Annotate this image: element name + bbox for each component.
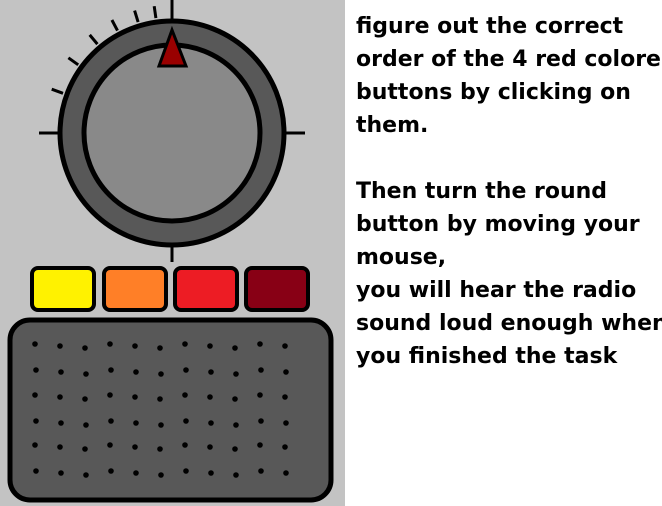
speaker-hole <box>258 418 264 424</box>
speaker-hole <box>132 444 138 450</box>
speaker-hole <box>32 392 38 398</box>
speaker-hole <box>132 343 138 349</box>
radio-panel <box>0 0 345 506</box>
speaker-hole <box>157 396 163 402</box>
dial-tick <box>51 87 64 95</box>
speaker-hole <box>258 367 264 373</box>
speaker-hole <box>182 392 188 398</box>
speaker-hole <box>183 468 189 474</box>
speaker-hole <box>233 472 239 478</box>
dial-tick <box>67 56 80 67</box>
instruction-line: figure out the correct <box>356 14 624 39</box>
speaker-hole <box>108 367 114 373</box>
speaker-hole <box>282 444 288 450</box>
speaker-hole <box>233 422 239 428</box>
speaker-hole <box>257 341 263 347</box>
speaker-hole <box>133 420 139 426</box>
volume-knob[interactable] <box>57 18 287 248</box>
instruction-line: button by moving your <box>356 212 640 237</box>
speaker-hole <box>232 345 238 351</box>
speaker-hole <box>107 392 113 398</box>
speaker-hole <box>208 369 214 375</box>
speaker-hole <box>183 418 189 424</box>
instructions-paragraph-2: Then turn the round button by moving you… <box>356 175 662 373</box>
speaker-hole <box>107 442 113 448</box>
speaker-hole <box>282 394 288 400</box>
speaker-hole <box>232 396 238 402</box>
orange-button[interactable] <box>102 266 168 312</box>
speaker-hole <box>57 343 63 349</box>
speaker-hole <box>33 468 39 474</box>
speaker-hole <box>58 369 64 375</box>
speaker-hole <box>33 418 39 424</box>
speaker-hole <box>82 396 88 402</box>
speaker-hole <box>82 446 88 452</box>
speaker-hole <box>257 392 263 398</box>
speaker-hole <box>58 470 64 476</box>
speaker-hole <box>133 369 139 375</box>
speaker-hole <box>182 341 188 347</box>
red-button[interactable] <box>173 266 239 312</box>
speaker-hole <box>83 472 89 478</box>
radio-illustration <box>7 0 334 503</box>
speaker-hole <box>157 446 163 452</box>
speaker-hole <box>158 371 164 377</box>
instruction-line: mouse, <box>356 245 447 270</box>
speaker-hole <box>108 468 114 474</box>
speaker-hole <box>57 394 63 400</box>
yellow-button[interactable] <box>30 266 96 312</box>
speaker-hole <box>32 341 38 347</box>
dark-red-button[interactable] <box>244 266 310 312</box>
speaker-hole <box>33 367 39 373</box>
instruction-line: Then turn the round <box>356 179 608 204</box>
speaker-hole <box>158 422 164 428</box>
instruction-line: you finished the task <box>356 344 618 369</box>
speaker-hole <box>233 371 239 377</box>
instruction-line: order of the 4 red colored <box>356 47 662 72</box>
speaker-hole <box>258 468 264 474</box>
dial-tick <box>133 10 140 23</box>
speaker-hole <box>83 422 89 428</box>
instruction-line: sound loud enough when <box>356 311 662 336</box>
speaker-hole <box>283 369 289 375</box>
speaker-hole <box>82 345 88 351</box>
speaker-hole <box>232 446 238 452</box>
instructions-paragraph-1: figure out the correct order of the 4 re… <box>356 10 662 142</box>
speaker-hole <box>108 418 114 424</box>
speaker-hole <box>83 371 89 377</box>
speaker-hole <box>208 420 214 426</box>
speaker-hole <box>282 343 288 349</box>
instruction-line: you will hear the radio <box>356 278 637 303</box>
speaker-hole <box>283 470 289 476</box>
speaker-hole <box>257 442 263 448</box>
color-buttons <box>30 266 310 312</box>
speaker-hole <box>207 394 213 400</box>
speaker-hole <box>207 343 213 349</box>
dial-tick <box>152 5 158 19</box>
speaker-hole <box>132 394 138 400</box>
speaker-hole <box>158 472 164 478</box>
dial-tick <box>110 19 119 32</box>
speaker-hole <box>58 420 64 426</box>
speaker-hole <box>32 442 38 448</box>
speaker-hole <box>182 442 188 448</box>
knob-face[interactable] <box>81 42 263 224</box>
speaker-hole <box>183 367 189 373</box>
speaker-hole <box>107 341 113 347</box>
speaker-hole <box>133 470 139 476</box>
speaker-hole <box>208 470 214 476</box>
speaker-hole <box>57 444 63 450</box>
speaker-hole <box>157 345 163 351</box>
dial-tick <box>88 33 99 46</box>
speaker-hole <box>283 420 289 426</box>
instruction-line: them. <box>356 113 429 138</box>
instruction-line: buttons by clicking on <box>356 80 631 105</box>
speaker-hole <box>207 444 213 450</box>
instructions-text: figure out the correct order of the 4 re… <box>356 10 662 373</box>
